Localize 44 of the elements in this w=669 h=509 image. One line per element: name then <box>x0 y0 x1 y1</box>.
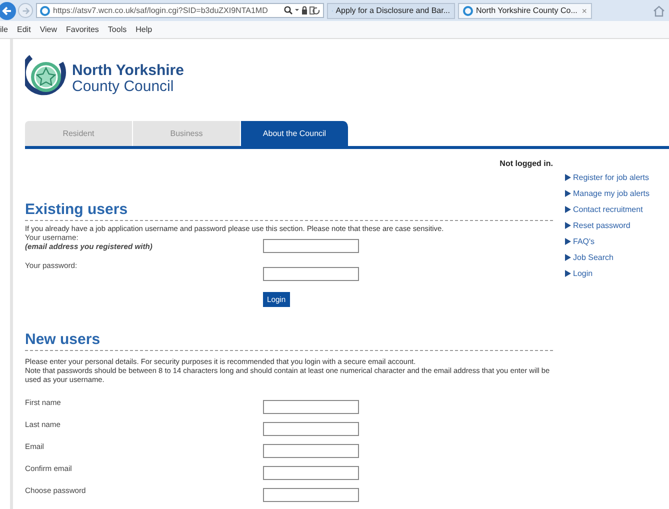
triangle-bullet-icon <box>565 254 571 261</box>
menu-item[interactable]: Tools <box>108 25 127 34</box>
sidebar-link[interactable]: FAQ's <box>573 237 595 246</box>
back-button[interactable] <box>0 2 16 20</box>
tab-title: Apply for a Disclosure and Bar... <box>336 6 450 15</box>
council-name: County Council <box>72 79 175 95</box>
input-field[interactable] <box>263 239 359 253</box>
home-icon[interactable] <box>653 4 665 16</box>
sidebar-link[interactable]: Manage my job alerts <box>573 189 650 198</box>
menu-item[interactable]: Help <box>136 25 152 34</box>
sidebar-link[interactable]: Register for job alerts <box>573 173 650 182</box>
tab-title: North Yorkshire County Co... <box>476 6 578 15</box>
back-arrow-icon <box>2 6 12 16</box>
triangle-bullet-icon <box>565 270 571 277</box>
menu-item[interactable]: Favorites <box>66 25 99 34</box>
input-field[interactable] <box>263 422 359 436</box>
section-heading: Existing users <box>25 201 129 218</box>
sidebar-link[interactable]: Login <box>573 269 593 278</box>
address-bar[interactable]: https://atsv7.wcn.co.uk/saf/login.cgi?SID=b3duZXI9NTA1MD <box>36 3 324 18</box>
login-status: Not logged in. <box>500 159 553 170</box>
input-field[interactable] <box>263 488 359 502</box>
input-field[interactable] <box>263 400 359 414</box>
sidebar-link[interactable]: Job Search <box>573 253 614 262</box>
menu-item[interactable]: View <box>40 25 58 34</box>
triangle-bullet-icon <box>565 174 571 181</box>
triangle-bullet-icon <box>565 206 571 213</box>
input-field[interactable] <box>263 444 359 458</box>
triangle-bullet-icon <box>565 190 571 197</box>
input-field[interactable] <box>263 466 359 480</box>
menu-item[interactable]: Edit <box>17 25 31 34</box>
sidebar-link[interactable]: Reset password <box>573 221 630 230</box>
section-heading: New users <box>25 331 102 348</box>
forward-arrow-icon <box>22 6 30 14</box>
browser-tab[interactable]: North Yorkshire County Co... × <box>458 2 592 18</box>
sidebar-link[interactable]: Contact recruitment <box>573 205 643 214</box>
triangle-bullet-icon <box>565 222 571 229</box>
menu-item[interactable]: ile <box>0 25 8 34</box>
browser-tab[interactable]: Apply for a Disclosure and Bar... <box>327 2 455 18</box>
url-text: https://atsv7.wcn.co.uk/saf/login.cgi?SID=b3duZXI9NTA1MD <box>53 6 269 15</box>
council-name: North Yorkshire <box>72 63 184 79</box>
address-tools-icon <box>284 6 320 15</box>
triangle-bullet-icon <box>565 238 571 245</box>
input-field[interactable] <box>263 267 359 281</box>
nav-tab[interactable]: About the Council <box>241 121 349 146</box>
